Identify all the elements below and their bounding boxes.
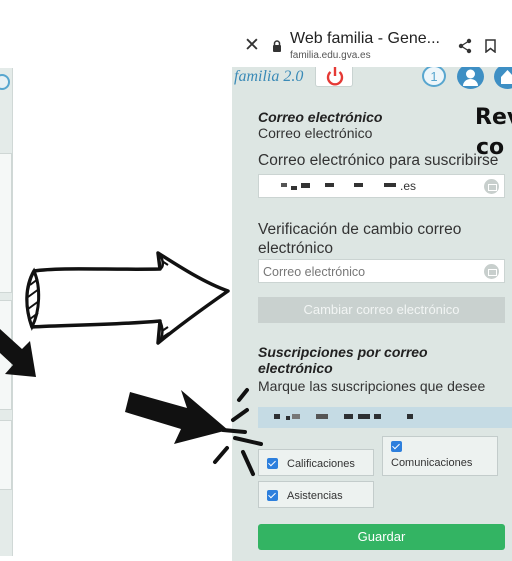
redacted-text: [274, 414, 280, 419]
subscriptions-instruction: Marque las suscripciones que desee: [258, 378, 486, 394]
power-icon: [326, 67, 344, 86]
redacted-text: [286, 416, 290, 420]
verify-email-label: Verificación de cambio correo electrónic…: [258, 221, 462, 257]
subscribe-email-label: Correo electrónico para suscribirse: [258, 152, 499, 169]
black-arrow-icon: [0, 329, 36, 377]
checkbox-label: Comunicaciones: [391, 457, 473, 469]
verify-email-field[interactable]: [258, 259, 505, 283]
home-icon[interactable]: [494, 67, 512, 89]
checkbox-label: Asistencias: [287, 490, 343, 502]
lock-icon: [273, 40, 281, 52]
mail-icon: [484, 264, 499, 279]
redacted-text: [325, 183, 334, 187]
bookmark-icon[interactable]: [485, 39, 496, 53]
left-partial-card: [0, 153, 12, 293]
logout-button[interactable]: [315, 67, 353, 87]
hand-drawn-arrow-icon: [25, 251, 230, 345]
app-panel: familia 2.0 1 Correo electrónico Correo …: [232, 67, 512, 561]
redacted-text: [316, 414, 328, 419]
redacted-text: [407, 414, 413, 419]
verify-email-input[interactable]: [263, 263, 473, 280]
app-header: familia 2.0 1: [232, 67, 512, 89]
browser-url[interactable]: familia.edu.gva.es: [290, 50, 371, 61]
student-selector[interactable]: [258, 407, 512, 428]
overlay-title-line1: Rev: [475, 105, 512, 130]
email-section-title: Correo electrónico: [258, 109, 383, 125]
highlight-burst-icon: [213, 388, 263, 476]
browser-page-title: Web familia - Gene...: [290, 30, 440, 47]
save-button[interactable]: Guardar: [258, 524, 505, 550]
redacted-text: [292, 414, 300, 419]
left-partial-card-3: [0, 420, 12, 490]
checkbox-asistencias[interactable]: Asistencias: [258, 481, 374, 508]
redacted-text: [374, 414, 381, 419]
mail-icon: [484, 179, 499, 194]
checkbox-checked-icon: [267, 490, 278, 501]
more-vert-icon[interactable]: ⋮: [506, 35, 512, 53]
email-section-subtitle: Correo electrónico: [258, 125, 373, 141]
subscriptions-title: Suscripciones por correo electrónico: [258, 344, 428, 376]
overlay-title-line2: co: [476, 135, 505, 160]
redacted-text: [344, 414, 353, 419]
change-email-button[interactable]: Cambiar correo electrónico: [258, 297, 505, 323]
app-logo-text: familia 2.0: [234, 68, 304, 85]
user-icon[interactable]: [457, 67, 484, 89]
close-icon[interactable]: ✕: [244, 36, 260, 55]
share-icon[interactable]: [458, 38, 472, 54]
browser-toolbar: ✕ Web familia - Gene... familia.edu.gva.…: [232, 27, 512, 67]
redacted-text: [291, 186, 297, 190]
checkbox-comunicaciones[interactable]: Comunicaciones: [382, 436, 498, 476]
redacted-text: [358, 414, 370, 419]
subscribe-email-field[interactable]: .es: [258, 174, 505, 198]
checkbox-checked-icon: [391, 441, 402, 452]
checkbox-label: Calificaciones: [287, 458, 355, 470]
redacted-text: [281, 183, 287, 187]
checkbox-calificaciones[interactable]: Calificaciones: [258, 449, 374, 476]
subscribe-email-value: .es: [400, 179, 417, 193]
redacted-text: [301, 183, 310, 188]
redacted-text: [384, 183, 396, 187]
redacted-text: [354, 183, 363, 187]
checkbox-checked-icon: [267, 458, 278, 469]
notification-badge[interactable]: 1: [422, 67, 446, 87]
